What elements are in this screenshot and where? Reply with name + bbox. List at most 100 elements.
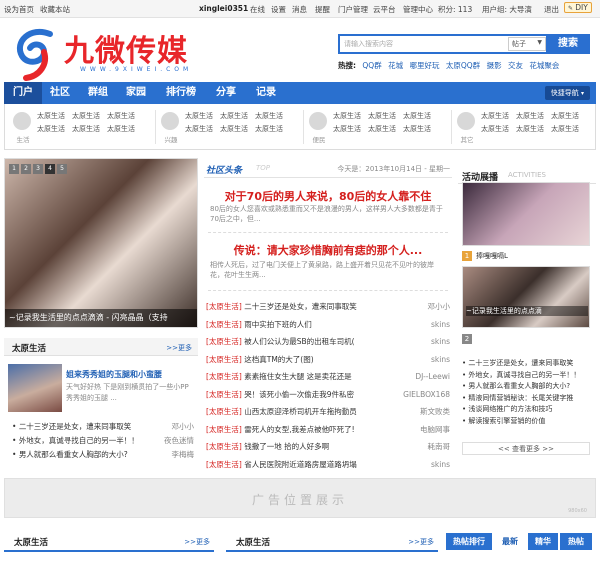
news-tag[interactable]: [太原生活] [206,355,242,364]
tab-featured[interactable]: 精华 [528,533,558,550]
featured-title[interactable]: 姐来秀秀姐的玉腿和小蛮腰 [66,369,162,380]
settings-link[interactable]: 设置 [271,4,286,15]
slider-caption[interactable]: ~记录我生活里的点点滴滴 - 闪亮晶晶（支持 [5,309,197,327]
list-item-author[interactable]: 邓小小 [172,420,195,434]
list-item[interactable]: • 男人就那么看重女人胸部的大小? 李梅梅 [12,448,194,462]
bookmark-link[interactable]: 收藏本站 [40,4,70,15]
subnav-link[interactable]: 太原生活 [255,110,290,123]
slider-page-button[interactable]: 1 [9,164,19,174]
subnav-link[interactable]: 太原生活 [403,110,438,123]
list-item[interactable]: • 解读搜索引擎营销的价值 [462,416,594,428]
list-item[interactable]: • 外地女，真诚寻找自己的另一半！！ 夜色迷情 [12,434,194,448]
news-item[interactable]: [太原生活] 素素拖住女生大腿 这是卖花还是 DJ--Leewi [206,368,450,386]
diy-button[interactable]: ✎ DIY [564,2,592,13]
news-title[interactable]: 雷死人的女型,我差点被他吓死了! [244,425,354,434]
news-tag[interactable]: [太原生活] [206,337,242,346]
list-item-title[interactable]: 解读搜索引擎营销的价值 [468,417,545,425]
list-item-title[interactable]: 男人就那么看重女人胸部的大小? [19,450,128,459]
list-item[interactable]: • 精液同情营销秘诀：长尾关键字推 [462,393,594,405]
slider-page-button[interactable]: 2 [21,164,31,174]
list-item[interactable]: • 二十三岁还是处女，遭来同事取笑 [462,358,594,370]
hot-search-item[interactable]: 交友 [508,61,523,70]
subnav-link[interactable]: 太原生活 [368,123,403,136]
ad-banner[interactable]: 广告位置展示 980x60 [4,478,596,518]
news-author[interactable]: skins [431,316,450,334]
list-item[interactable]: • 男人就那么看重女人胸部的大小? [462,381,594,393]
subnav-link[interactable]: 太原生活 [185,123,220,136]
slider-page-button[interactable]: 3 [33,164,43,174]
news-tag[interactable]: [太原生活] [206,372,242,381]
list-item-title[interactable]: 精液同情营销秘诀：长尾关键字推 [468,394,573,402]
news-author[interactable]: skins [431,456,450,474]
cloud-platform-link[interactable]: 云平台 [373,4,396,15]
activity-photo-1[interactable] [462,182,590,246]
set-home-link[interactable]: 设为首页 [4,4,34,15]
points-link[interactable]: 积分: 113 [438,4,472,15]
subnav-link[interactable]: 太原生活 [220,110,255,123]
subnav-link[interactable]: 太原生活 [333,110,368,123]
subnav-link[interactable]: 太原生活 [107,110,142,123]
news-item[interactable]: [太原生活] 这档真TM的大了(图) skins [206,351,450,369]
hot-search-item[interactable]: 花城 [388,61,403,70]
tab-hot[interactable]: 热帖 [560,533,592,550]
news-item[interactable]: [太原生活] 钱撒了一地 拾的人好多啊 耗南哥 [206,438,450,456]
tab-latest[interactable]: 最新 [496,533,524,550]
news-item[interactable]: [太原生活] 二十三岁还是处女，遭来同事取笑 邓小小 [206,298,450,316]
subnav-link[interactable]: 太原生活 [481,110,516,123]
news-item[interactable]: [太原生活] 被人们公认为最SB的出租车司机( skins [206,333,450,351]
nav-item-community[interactable]: 社区 [50,82,70,104]
news-author[interactable]: skins [431,333,450,351]
news-item[interactable]: [太原生活] 雷死人的女型,我差点被他吓死了! 电脑网事 [206,421,450,439]
more-link[interactable]: >>更多 [166,343,192,353]
list-item-author[interactable]: 夜色迷情 [164,434,194,448]
news-title[interactable]: 山西太原迎泽桥司机开车拖拘勤员 [244,407,357,416]
nav-item-ranking[interactable]: 排行榜 [166,82,196,104]
news-author[interactable]: 电脑网事 [420,421,450,439]
list-item-title[interactable]: 浅谈网络推广的方法和技巧 [468,405,552,413]
list-item[interactable]: • 二十三岁还是处女，遭来同事取笑 邓小小 [12,420,194,434]
news-author[interactable]: DJ--Leewi [415,368,450,386]
subnav-link[interactable]: 太原生活 [368,110,403,123]
news-tag[interactable]: [太原生活] [206,390,242,399]
portal-admin-link[interactable]: 门户管理 [338,4,368,15]
quick-nav-button[interactable]: 快捷导航 ▾ [544,86,590,100]
news-title[interactable]: 这档真TM的大了(图) [244,355,313,364]
news-title[interactable]: 被人们公认为最SB的出租车司机( [244,337,354,346]
nav-item-records[interactable]: 记录 [256,82,276,104]
logout-link[interactable]: 退出 [544,4,559,15]
featured-thumbnail[interactable] [8,364,62,412]
subnav-link[interactable]: 太原生活 [481,123,516,136]
site-logo[interactable]: 九微传媒 WWW.9XIWEI.COM [10,24,240,84]
list-item-title[interactable]: 外地女，真诚寻找自己的另一半！！ [19,436,139,445]
news-author[interactable]: 斯文败类 [420,403,450,421]
news-item[interactable]: [太原生活] 雨中实拍下班的人们 skins [206,316,450,334]
news-title[interactable]: 雨中实拍下班的人们 [244,320,312,329]
list-item-title[interactable]: 男人就那么看重女人胸部的大小? [468,382,570,390]
management-center-link[interactable]: 管理中心 [403,4,433,15]
subnav-link[interactable]: 太原生活 [516,123,551,136]
activity-photo-2[interactable] [462,266,590,328]
subnav-link[interactable]: 太原生活 [333,123,368,136]
news-tag[interactable]: [太原生活] [206,302,242,311]
remind-link[interactable]: 提醒 [315,4,330,15]
subnav-link[interactable]: 太原生活 [255,123,290,136]
subnav-link[interactable]: 太原生活 [185,110,220,123]
news-item[interactable]: [太原生活] 省人民医院附近道路房屋道路坍塌 skins [206,456,450,474]
subnav-link[interactable]: 太原生活 [551,110,586,123]
slider-page-button[interactable]: 4 [45,164,55,174]
tab-hot-ranking[interactable]: 热帖排行 [446,533,492,550]
user-group-link[interactable]: 用户组: 大导演 [482,4,532,15]
list-item-author[interactable]: 李梅梅 [172,448,195,462]
news-tag[interactable]: [太原生活] [206,442,242,451]
news-title[interactable]: 省人民医院附近道路房屋道路坍塌 [244,460,357,469]
list-item[interactable]: • 浅谈网络推广的方法和技巧 [462,404,594,416]
subnav-link[interactable]: 太原生活 [403,123,438,136]
messages-link[interactable]: 消息 [292,4,307,15]
subnav-link[interactable]: 太原生活 [37,123,72,136]
list-item-title[interactable]: 二十三岁还是处女，遭来同事取笑 [468,359,573,367]
nav-item-portal[interactable]: 门户 [4,82,42,104]
activity-caption-2[interactable]: ~记录我生活里的点点滴 [466,306,588,316]
news-title[interactable]: 二十三岁还是处女，遭来同事取笑 [244,302,357,311]
activity-caption-1[interactable]: 捧嘎嘎嗝L [476,251,508,261]
news-tag[interactable]: [太原生活] [206,425,242,434]
